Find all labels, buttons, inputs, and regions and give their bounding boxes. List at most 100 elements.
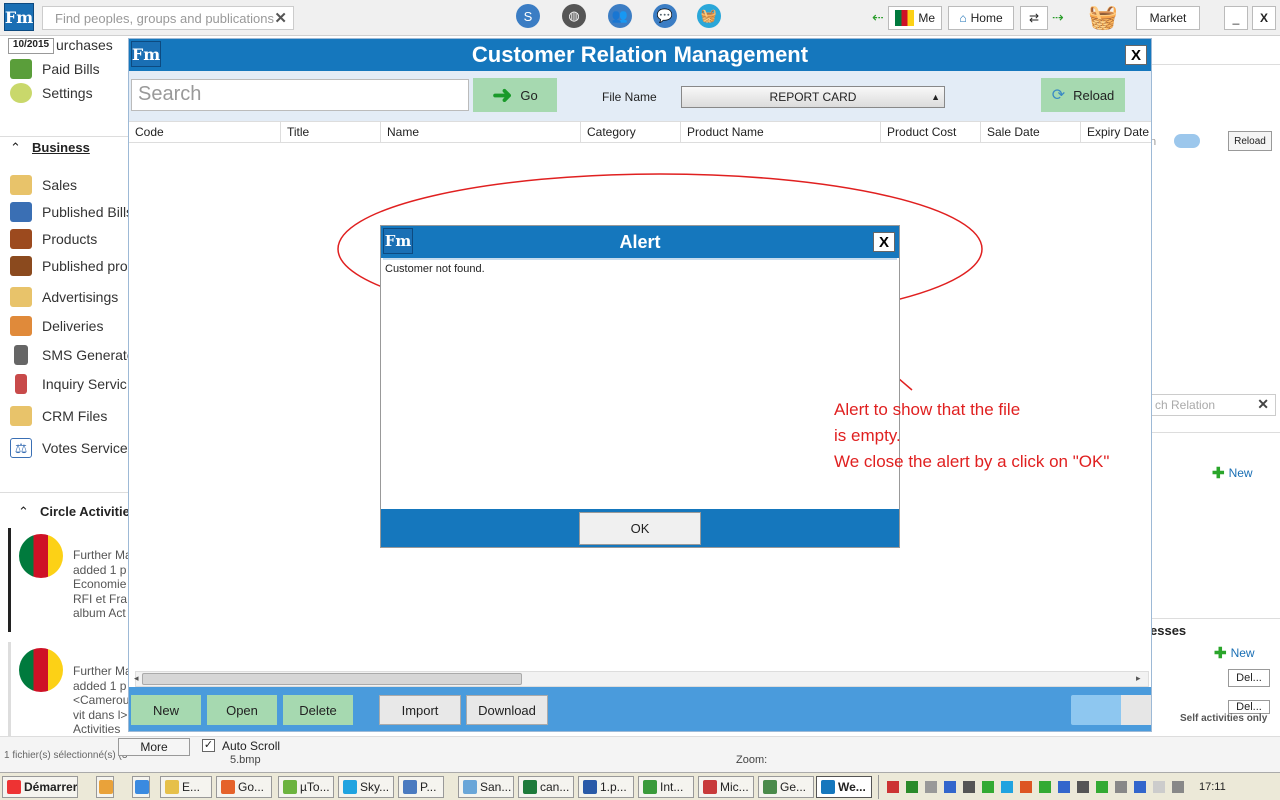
sidebar-item-deliveries[interactable]: Deliveries bbox=[10, 315, 103, 337]
sidebar-item-crm-files[interactable]: CRM Files bbox=[10, 405, 107, 427]
taskbar-item[interactable]: P... bbox=[398, 776, 444, 798]
sidebar-item-purchases[interactable]: urchases bbox=[56, 34, 113, 56]
ok-button[interactable]: OK bbox=[579, 512, 701, 545]
forward-arrow-icon[interactable]: ⇢ bbox=[1052, 9, 1064, 26]
file-name-select[interactable]: REPORT CARD ▲ bbox=[681, 86, 945, 108]
column-header-name[interactable]: Name bbox=[381, 122, 581, 142]
me-button[interactable]: Me bbox=[888, 6, 942, 30]
sidebar-item-inquiry-service[interactable]: Inquiry Servic bbox=[10, 373, 127, 395]
right-reload-button[interactable]: Reload bbox=[1228, 131, 1272, 151]
open-button[interactable]: Open bbox=[207, 695, 277, 725]
people-icon[interactable]: 👥 bbox=[608, 4, 632, 28]
tray-icon[interactable] bbox=[1020, 781, 1032, 793]
clear-search-icon[interactable]: ✕ bbox=[1257, 396, 1269, 413]
minimize-button[interactable]: _ bbox=[1224, 6, 1248, 30]
tray-icon[interactable] bbox=[1077, 781, 1089, 793]
column-header-category[interactable]: Category bbox=[581, 122, 681, 142]
taskbar-item[interactable]: E... bbox=[160, 776, 212, 798]
taskbar-item[interactable]: Ge... bbox=[758, 776, 814, 798]
tray-icon[interactable] bbox=[1001, 781, 1013, 793]
shopping-basket-icon[interactable]: 🧺 bbox=[1088, 3, 1118, 32]
volume-icon[interactable] bbox=[1172, 781, 1184, 793]
toggle-switch[interactable] bbox=[1071, 695, 1151, 725]
tray-icon[interactable] bbox=[906, 781, 918, 793]
tray-icon[interactable] bbox=[1115, 781, 1127, 793]
back-arrow-icon[interactable]: ⇠ bbox=[872, 9, 884, 26]
crm-reload-button[interactable]: ⟳ Reload bbox=[1041, 78, 1125, 112]
scroll-left-icon[interactable]: ◂ bbox=[134, 673, 139, 684]
horizontal-scrollbar[interactable]: ◂ ▸ bbox=[134, 671, 1149, 687]
tray-icon[interactable] bbox=[1096, 781, 1108, 793]
import-button[interactable]: Import bbox=[379, 695, 461, 725]
market-button[interactable]: Market bbox=[1136, 6, 1200, 30]
quicklaunch-icon[interactable] bbox=[132, 776, 150, 798]
taskbar-item[interactable]: Mic... bbox=[698, 776, 754, 798]
basket-icon[interactable]: 🧺 bbox=[697, 4, 721, 28]
crm-close-button[interactable]: X bbox=[1125, 45, 1147, 65]
tray-icon[interactable] bbox=[982, 781, 994, 793]
taskbar-item[interactable]: Sky... bbox=[338, 776, 394, 798]
more-button[interactable]: More bbox=[118, 738, 190, 756]
start-button[interactable]: Démarrer bbox=[2, 776, 78, 798]
taskbar-item[interactable]: µTo... bbox=[278, 776, 334, 798]
taskbar-item[interactable]: 1.p... bbox=[578, 776, 634, 798]
tray-icon[interactable] bbox=[1058, 781, 1070, 793]
new-button[interactable]: New bbox=[131, 695, 201, 725]
column-header-product-cost[interactable]: Product Cost bbox=[881, 122, 981, 142]
quicklaunch-icon[interactable] bbox=[96, 776, 114, 798]
relation-search-input[interactable]: ch Relation ✕ bbox=[1150, 394, 1276, 416]
globe-icon[interactable]: ◍ bbox=[562, 4, 586, 28]
chat-icon[interactable]: 💬 bbox=[653, 4, 677, 28]
sidebar-item-sales[interactable]: Sales bbox=[10, 174, 77, 196]
go-button[interactable]: ➜ Go bbox=[473, 78, 557, 112]
home-button[interactable]: ⌂ Home bbox=[948, 6, 1014, 30]
delete-button[interactable]: Del... bbox=[1228, 669, 1270, 687]
activity-post[interactable]: Further Ma added 1 p <Camerou vit dans l… bbox=[8, 642, 132, 740]
sidebar-item-products[interactable]: Products bbox=[10, 228, 97, 250]
taskbar-item[interactable]: can... bbox=[518, 776, 574, 798]
taskbar-item[interactable]: Go... bbox=[216, 776, 272, 798]
collapse-chevron-icon[interactable]: ⌃ bbox=[10, 140, 21, 156]
clear-search-icon[interactable]: ✕ bbox=[274, 9, 287, 27]
flag-icon[interactable] bbox=[1153, 781, 1165, 793]
collapse-chevron-icon[interactable]: ⌃ bbox=[18, 504, 29, 520]
new-business-button[interactable]: ✚ New bbox=[1214, 644, 1255, 662]
alert-close-button[interactable]: X bbox=[873, 232, 895, 252]
sidebar-item-sms-generator[interactable]: SMS Generato bbox=[10, 344, 135, 366]
sidebar-item-advertisings[interactable]: Advertisings bbox=[10, 286, 118, 308]
activity-post[interactable]: Further Ma added 1 p Economie RFI et Fra… bbox=[8, 528, 132, 632]
tray-icon[interactable] bbox=[963, 781, 975, 793]
global-search-input[interactable]: Find peoples, groups and publications ✕ bbox=[42, 6, 294, 30]
sidebar-item-settings[interactable]: Settings bbox=[10, 82, 93, 104]
business-heading[interactable]: Business bbox=[32, 140, 90, 155]
sidebar-item-votes-service[interactable]: ⚖ Votes Service bbox=[10, 437, 128, 459]
column-header-code[interactable]: Code bbox=[129, 122, 281, 142]
auto-scroll-checkbox[interactable]: ✓ bbox=[202, 739, 215, 752]
toggle-switch[interactable] bbox=[1174, 134, 1200, 148]
tray-icon[interactable] bbox=[887, 781, 899, 793]
column-header-expiry-date[interactable]: Expiry Date bbox=[1081, 122, 1151, 142]
tray-icon[interactable] bbox=[925, 781, 937, 793]
delete-button[interactable]: Delete bbox=[283, 695, 353, 725]
sidebar-item-published-bills[interactable]: Published Bills bbox=[10, 201, 133, 223]
column-header-title[interactable]: Title bbox=[281, 122, 381, 142]
sync-icon[interactable]: ⇄ bbox=[1020, 6, 1048, 30]
tray-icon[interactable] bbox=[1039, 781, 1051, 793]
taskbar-item[interactable]: San... bbox=[458, 776, 514, 798]
app-close-button[interactable]: X bbox=[1252, 6, 1276, 30]
column-header-product-name[interactable]: Product Name bbox=[681, 122, 881, 142]
download-button[interactable]: Download bbox=[466, 695, 548, 725]
new-relation-button[interactable]: ✚ New bbox=[1212, 464, 1253, 482]
crm-search-input[interactable]: Search bbox=[131, 79, 469, 111]
bluetooth-icon[interactable] bbox=[1134, 781, 1146, 793]
tray-icon[interactable] bbox=[944, 781, 956, 793]
column-header-sale-date[interactable]: Sale Date bbox=[981, 122, 1081, 142]
scrollbar-thumb[interactable] bbox=[142, 673, 522, 685]
skype-icon[interactable]: S bbox=[516, 4, 540, 28]
sidebar-item-paid-bills[interactable]: Paid Bills bbox=[10, 58, 100, 80]
taskbar-item-active[interactable]: We... bbox=[816, 776, 872, 798]
fm-logo[interactable]: Fm bbox=[4, 3, 34, 31]
delete-button[interactable]: Del... bbox=[1228, 700, 1270, 714]
scroll-right-icon[interactable]: ▸ bbox=[1136, 673, 1141, 684]
sidebar-item-published-products[interactable]: Published pro bbox=[10, 255, 128, 277]
